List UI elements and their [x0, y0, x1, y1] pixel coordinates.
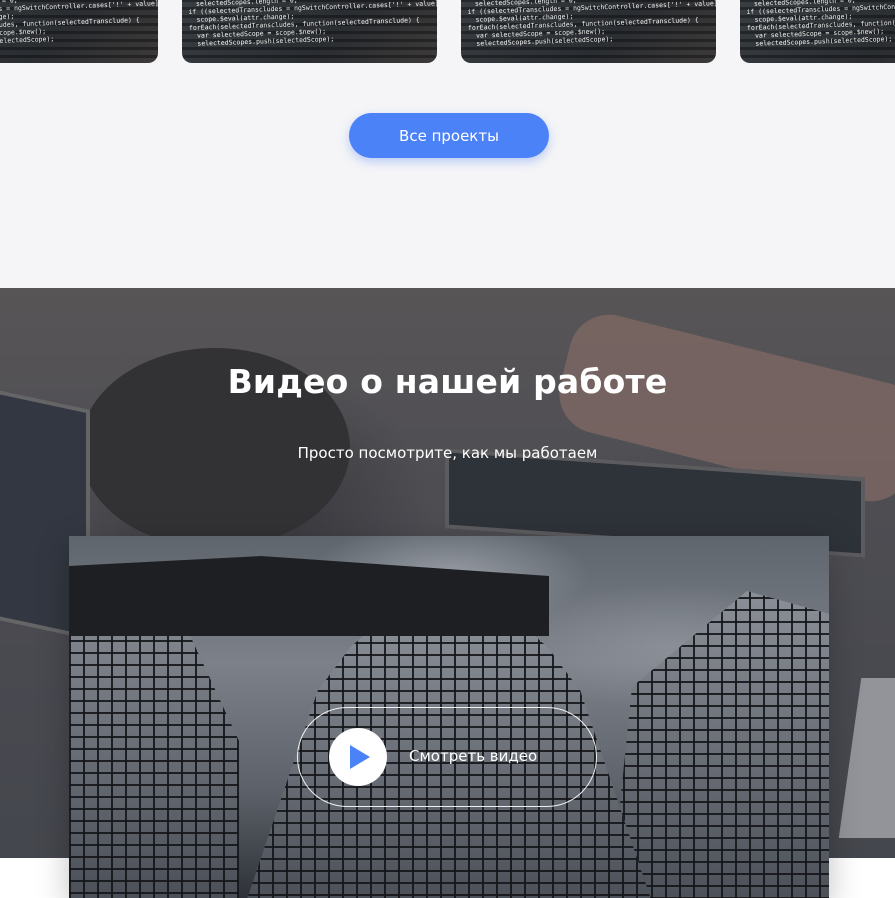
projects-thumbnails-row: selectedScopes.length = 0; if ((selected… [0, 0, 895, 63]
thumbnail-code: selectedScopes.length = 0; if ((selected… [188, 0, 437, 48]
watch-video-label: Смотреть видео [409, 747, 538, 765]
project-thumbnail[interactable]: selectedScopes.length = 0; if ((selected… [182, 0, 437, 63]
thumbnail-code: selectedScopes.length = 0; if ((selected… [467, 0, 716, 48]
play-icon [350, 745, 370, 769]
project-thumbnail[interactable]: selectedScopes.length = 0; if ((selected… [740, 0, 895, 63]
project-thumbnail[interactable]: selectedScopes.length = 0; if ((selected… [0, 0, 158, 63]
video-section-subtitle: Просто посмотрите, как мы работаем [297, 444, 598, 462]
thumbnail-code: selectedScopes.length = 0; if ((selected… [0, 0, 158, 48]
watch-video-button[interactable]: Смотреть видео [297, 707, 597, 807]
project-thumbnail[interactable]: selectedScopes.length = 0; if ((selected… [461, 0, 716, 63]
all-projects-button[interactable]: Все проекты [349, 113, 549, 158]
video-section-title: Видео о нашей работе [227, 362, 668, 401]
thumbnail-code: selectedScopes.length = 0; if ((selected… [746, 0, 895, 48]
play-button[interactable] [329, 728, 387, 786]
